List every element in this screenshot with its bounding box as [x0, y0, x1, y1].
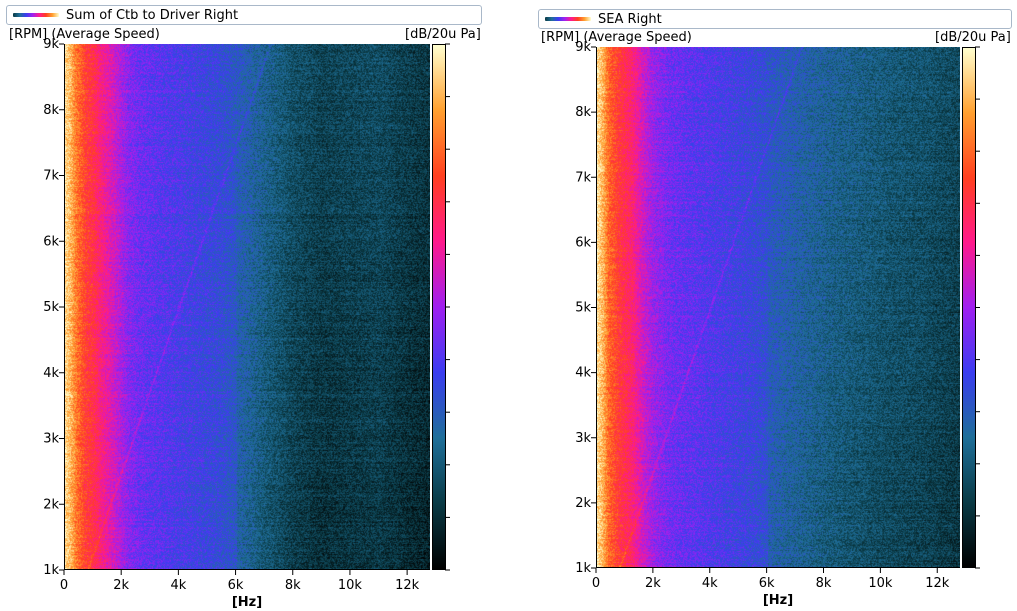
legend-label-right: SEA Right [598, 12, 662, 27]
y-axis-label-left: [RPM] (Average Speed) [9, 27, 160, 42]
y-tick-label: 6k [43, 234, 59, 249]
x-tick-label: 6k [228, 578, 244, 593]
spectrogram-plot-right[interactable] [596, 47, 960, 568]
legend-box-left: Sum of Ctb to Driver Right [6, 5, 482, 25]
y-tick-label: 8k [43, 103, 59, 118]
colorbar-canvas-left [433, 45, 445, 569]
y-tick-label: 6k [575, 235, 591, 250]
x-tick-label: 4k [702, 576, 718, 591]
y-tick-label: 7k [575, 170, 591, 185]
x-tick-label: 12k [925, 576, 950, 591]
legend-swatch-right [545, 17, 591, 21]
x-tick-label: 0 [592, 576, 600, 591]
colorbar-unit-label-left: [dB/20u Pa] [405, 27, 481, 42]
y-tick-label: 4k [575, 366, 591, 381]
spectrogram-canvas-left [65, 44, 430, 569]
x-axis-label: [Hz] [763, 593, 793, 608]
colorbar-left [432, 44, 446, 570]
spectrogram-plot-left[interactable] [64, 44, 430, 570]
y-tick-label: 7k [43, 169, 59, 184]
y-tick-label: 5k [575, 301, 591, 316]
x-tick-label: 12k [395, 578, 420, 593]
spectrogram-canvas-right [597, 47, 960, 567]
colorbar-unit-label-right: [dB/20u Pa] [935, 30, 1011, 45]
y-tick-label: 1k [575, 561, 591, 576]
colorbar-right [962, 47, 976, 568]
colorbar-canvas-right [963, 48, 975, 567]
x-tick-label: 2k [113, 578, 129, 593]
y-tick-label: 3k [575, 431, 591, 446]
y-tick-label: 2k [43, 497, 59, 512]
y-axis-label-right: [RPM] (Average Speed) [541, 30, 692, 45]
legend-label-left: Sum of Ctb to Driver Right [66, 8, 239, 23]
y-tick-label: 2k [575, 496, 591, 511]
x-tick-label: 10k [868, 576, 893, 591]
y-tick-label: 5k [43, 300, 59, 315]
x-tick-label: 4k [170, 578, 186, 593]
legend-box-right: SEA Right [538, 9, 1012, 29]
x-tick-label: 8k [816, 576, 832, 591]
x-tick-label: 2k [645, 576, 661, 591]
x-axis-label: [Hz] [232, 595, 262, 610]
x-tick-label: 0 [60, 578, 68, 593]
x-tick-label: 6k [759, 576, 775, 591]
y-tick-label: 4k [43, 366, 59, 381]
y-tick-label: 1k [43, 563, 59, 578]
legend-swatch-left [13, 13, 59, 17]
x-tick-label: 8k [285, 578, 301, 593]
y-tick-label: 3k [43, 432, 59, 447]
x-tick-label: 10k [338, 578, 363, 593]
y-tick-label: 8k [575, 105, 591, 120]
